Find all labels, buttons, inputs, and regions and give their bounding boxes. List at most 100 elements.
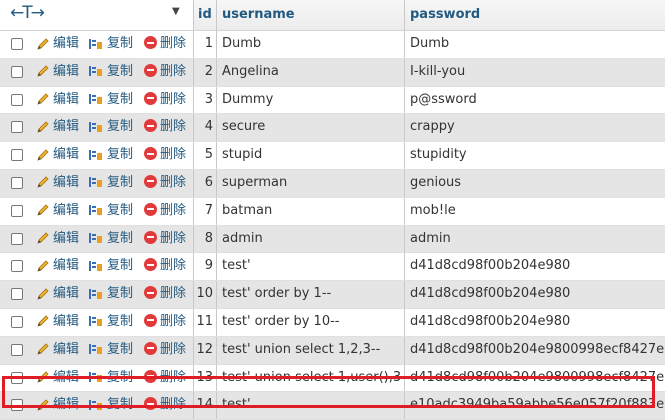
delete-button[interactable]: 删除 [144, 309, 186, 336]
delete-button[interactable]: 删除 [144, 392, 186, 419]
copy-button[interactable]: 复制 [88, 226, 133, 253]
table-row[interactable]: 编辑 复制 删除 7 batman mob!le [0, 197, 665, 226]
delete-button[interactable]: 删除 [144, 142, 186, 169]
cell-password: stupidity [404, 142, 665, 169]
table-row[interactable]: 编辑 复制 删除 5 stupid stupidity [0, 142, 665, 170]
edit-button[interactable]: 编辑 [36, 365, 79, 392]
row-checkbox[interactable] [11, 121, 23, 134]
delete-label: 删除 [160, 147, 187, 163]
cell-username: test' [216, 392, 404, 420]
edit-button[interactable]: 编辑 [36, 170, 79, 197]
delete-button[interactable]: 删除 [144, 31, 186, 58]
edit-button[interactable]: 编辑 [36, 31, 79, 58]
row-checkbox[interactable] [11, 288, 23, 301]
table-row[interactable]: 编辑 复制 删除 8 admin admin [0, 225, 665, 254]
row-checkbox[interactable] [11, 149, 23, 162]
table-row[interactable]: 编辑 复制 删除 6 superman genious [0, 169, 665, 198]
pencil-icon [37, 315, 49, 328]
table-row[interactable]: 编辑 复制 删除 11 test' order by 10-- d41d8cd98f00b… [0, 308, 665, 337]
edit-button[interactable]: 编辑 [36, 309, 79, 336]
column-resize-arrows-icon[interactable]: ←T→ [10, 3, 45, 23]
copy-button[interactable]: 复制 [88, 198, 133, 225]
copy-button[interactable]: 复制 [88, 31, 133, 58]
edit-label: 编辑 [53, 119, 80, 135]
edit-button[interactable]: 编辑 [36, 337, 79, 364]
pencil-icon [37, 37, 49, 50]
row-checkbox[interactable] [11, 399, 23, 412]
table-row[interactable]: 编辑 复制 删除 12 test' union select 1,2,3-- d41d8c… [0, 336, 665, 365]
edit-label: 编辑 [53, 36, 80, 51]
edit-label: 编辑 [53, 369, 80, 385]
row-checkbox[interactable] [11, 371, 23, 384]
delete-button[interactable]: 删除 [144, 87, 186, 114]
edit-button[interactable]: 编辑 [36, 253, 79, 280]
row-checkbox[interactable] [11, 93, 23, 106]
row-checkbox[interactable] [11, 343, 23, 356]
copy-button[interactable]: 复制 [88, 253, 133, 280]
edit-button[interactable]: 编辑 [36, 392, 79, 419]
row-checkbox[interactable] [11, 176, 23, 189]
cell-password: d41d8cd98f00b204e980 [404, 281, 665, 308]
copy-button[interactable]: 复制 [88, 281, 133, 308]
row-checkbox[interactable] [11, 232, 23, 245]
copy-button[interactable]: 复制 [88, 365, 133, 392]
row-checkbox[interactable] [11, 38, 23, 50]
cell-id: 5 [193, 142, 216, 169]
copy-icon [89, 205, 102, 216]
delete-button[interactable]: 删除 [144, 253, 186, 280]
table-row[interactable]: 编辑 复制 删除 3 Dummy p@ssword [0, 86, 665, 115]
edit-button[interactable]: 编辑 [36, 198, 79, 225]
edit-button[interactable]: 编辑 [36, 226, 79, 253]
copy-button[interactable]: 复制 [88, 170, 133, 197]
table-row[interactable]: 编辑 复制 删除 1 Dumb Dumb [0, 31, 665, 59]
delete-icon [144, 147, 157, 161]
column-header-username[interactable]: username [216, 0, 404, 30]
delete-button[interactable]: 删除 [144, 281, 186, 308]
edit-button[interactable]: 编辑 [36, 142, 79, 169]
delete-label: 删除 [160, 174, 187, 190]
copy-button[interactable]: 复制 [88, 114, 133, 141]
delete-button[interactable]: 删除 [144, 59, 186, 86]
column-header-password[interactable]: password [404, 0, 665, 30]
copy-button[interactable]: 复制 [88, 59, 133, 86]
delete-icon [144, 313, 157, 327]
edit-button[interactable]: 编辑 [36, 59, 79, 86]
cell-username: admin [216, 225, 404, 253]
delete-button[interactable]: 删除 [144, 226, 186, 253]
sort-dropdown-icon[interactable]: ▼ [172, 6, 180, 17]
copy-button[interactable]: 复制 [88, 87, 133, 114]
delete-label: 删除 [160, 397, 187, 413]
table-row[interactable]: 编辑 复制 删除 2 Angelina I-kill-you [0, 58, 665, 87]
row-checkbox[interactable] [11, 315, 23, 328]
copy-icon [89, 372, 102, 383]
copy-button[interactable]: 复制 [88, 337, 133, 364]
copy-icon [89, 399, 102, 410]
delete-button[interactable]: 删除 [144, 198, 186, 225]
edit-button[interactable]: 编辑 [36, 281, 79, 308]
cell-id: 6 [193, 169, 216, 197]
cell-id: 1 [193, 31, 216, 58]
cell-username: secure [216, 114, 404, 142]
copy-button[interactable]: 复制 [88, 392, 133, 419]
table-row[interactable]: 编辑 复制 删除 13 test' union select 1,user(),3-- d… [0, 364, 665, 393]
copy-button[interactable]: 复制 [88, 309, 133, 336]
table-row[interactable]: 编辑 复制 删除 4 secure crappy [0, 114, 665, 143]
edit-button[interactable]: 编辑 [36, 87, 79, 114]
pencil-icon [37, 65, 49, 77]
copy-button[interactable]: 复制 [88, 142, 133, 169]
row-checkbox[interactable] [11, 65, 23, 78]
delete-button[interactable]: 删除 [144, 114, 186, 141]
delete-button[interactable]: 删除 [144, 170, 186, 197]
delete-button[interactable]: 删除 [144, 365, 186, 392]
table-row[interactable]: 编辑 复制 删除 14 test' e10adc3949ba59abbe56e057f20… [0, 392, 665, 420]
row-checkbox[interactable] [11, 204, 23, 217]
delete-button[interactable]: 删除 [144, 337, 186, 364]
delete-icon [144, 397, 157, 411]
column-header-id[interactable]: id [193, 0, 216, 30]
edit-button[interactable]: 编辑 [36, 114, 79, 141]
cell-password: d41d8cd98f00b204e980 [404, 253, 665, 281]
table-row[interactable]: 编辑 复制 删除 9 test' d41d8cd98f00b204e980 [0, 253, 665, 282]
table-row[interactable]: 编辑 复制 删除 10 test' order by 1-- d41d8cd98f00b2… [0, 281, 665, 309]
cell-id: 8 [193, 225, 216, 253]
row-checkbox[interactable] [11, 260, 23, 273]
